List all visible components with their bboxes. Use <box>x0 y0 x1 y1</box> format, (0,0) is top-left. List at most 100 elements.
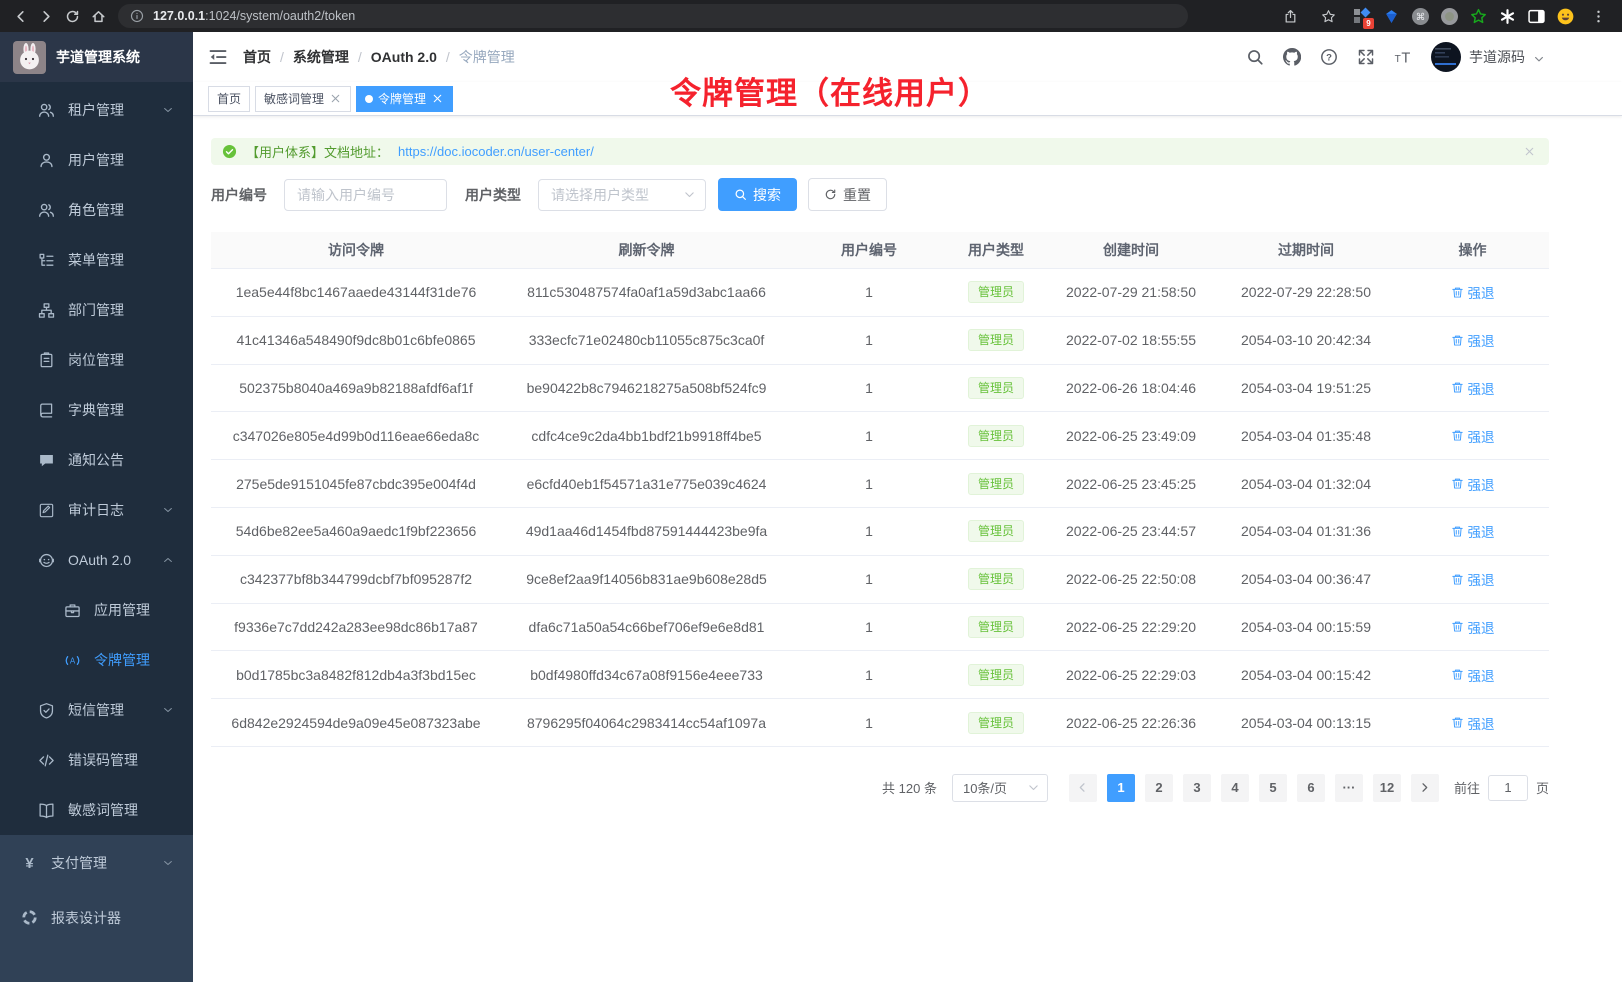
next-page-button[interactable] <box>1411 774 1439 802</box>
bookmark-star-button[interactable] <box>1316 4 1340 28</box>
extension-blocks-icon[interactable]: 9 <box>1354 8 1371 25</box>
alert-close-icon[interactable] <box>1523 145 1536 158</box>
page-button-5[interactable]: 5 <box>1259 774 1287 802</box>
sidebar-item-sms[interactable]: 短信管理 <box>0 685 193 735</box>
search-button[interactable]: 搜索 <box>718 178 797 211</box>
force-logout-button[interactable]: 强退 <box>1451 713 1495 733</box>
user-id-label: 用户编号 <box>211 185 267 205</box>
browser-home-button[interactable] <box>86 4 110 28</box>
sidebar-item-menu[interactable]: 菜单管理 <box>0 235 193 285</box>
cell-access-token: c347026e805e4d99b0d116eae66eda8c <box>211 428 501 444</box>
extension-star-icon[interactable] <box>1470 8 1487 25</box>
close-icon[interactable] <box>431 92 444 105</box>
profile-emoji-icon[interactable] <box>1557 8 1574 25</box>
force-logout-button[interactable]: 强退 <box>1451 330 1495 350</box>
users-icon <box>38 202 55 219</box>
token-icon: A <box>64 652 81 669</box>
breadcrumb-item[interactable]: 系统管理 <box>293 47 349 67</box>
browser-menu-button[interactable] <box>1586 4 1610 28</box>
sidebar-item-pay[interactable]: ¥支付管理 <box>0 835 193 890</box>
sidebar-item-oauth2-app[interactable]: 应用管理 <box>0 585 193 635</box>
browser-reload-button[interactable] <box>60 4 84 28</box>
page-button-6[interactable]: 6 <box>1297 774 1325 802</box>
font-size-icon[interactable]: TT <box>1394 48 1412 66</box>
close-icon[interactable] <box>329 92 342 105</box>
sidebar-item-report-designer[interactable]: 报表设计器 <box>0 890 193 945</box>
browser-back-button[interactable] <box>8 4 32 28</box>
breadcrumb-item[interactable]: 首页 <box>243 47 271 67</box>
sidebar-item-oauth2[interactable]: OAuth 2.0 <box>0 535 193 585</box>
cell-created-time: 2022-06-25 23:49:09 <box>1046 428 1216 444</box>
cell-access-token: 54d6be82ee5a460a9aedc1f9bf223656 <box>211 523 501 539</box>
sidebar-item-error-code[interactable]: 错误码管理 <box>0 735 193 785</box>
sidebar-item-dict[interactable]: 字典管理 <box>0 385 193 435</box>
doc-alert: 【用户体系】文档地址： https://doc.iocoder.cn/user-… <box>211 138 1549 165</box>
page-button-4[interactable]: 4 <box>1221 774 1249 802</box>
url-path: :1024/system/oauth2/token <box>205 9 355 23</box>
alert-link[interactable]: https://doc.iocoder.cn/user-center/ <box>398 144 594 159</box>
search-icon[interactable] <box>1246 48 1264 66</box>
goto-page-input[interactable] <box>1488 775 1528 801</box>
header-cell-5: 过期时间 <box>1216 240 1396 260</box>
sidebar-item-oauth2-token[interactable]: A令牌管理 <box>0 635 193 685</box>
sidebar-collapse-button[interactable] <box>208 47 228 67</box>
cell-action: 强退 <box>1396 330 1549 350</box>
help-icon[interactable]: ? <box>1320 48 1338 66</box>
sidebar-item-post[interactable]: 岗位管理 <box>0 335 193 385</box>
force-logout-button[interactable]: 强退 <box>1451 282 1495 302</box>
cell-refresh-token: 49d1aa46d1454fbd87591444423be9fa <box>501 523 792 539</box>
extension-record-icon[interactable] <box>1441 8 1458 25</box>
sidebar-item-role[interactable]: 角色管理 <box>0 185 193 235</box>
force-logout-button[interactable]: 强退 <box>1451 569 1495 589</box>
force-logout-button[interactable]: 强退 <box>1451 426 1495 446</box>
page-button-3[interactable]: 3 <box>1183 774 1211 802</box>
github-icon[interactable] <box>1283 48 1301 66</box>
user-type-select[interactable]: 请选择用户类型 <box>538 179 706 211</box>
share-button[interactable] <box>1278 4 1302 28</box>
extension-gem-icon[interactable] <box>1383 8 1400 25</box>
page-button-1[interactable]: 1 <box>1107 774 1135 802</box>
page-button-2[interactable]: 2 <box>1145 774 1173 802</box>
force-logout-button[interactable]: 强退 <box>1451 617 1495 637</box>
extension-command-icon[interactable]: ⌘ <box>1412 8 1429 25</box>
cell-created-time: 2022-06-25 22:29:03 <box>1046 667 1216 683</box>
page-button-12[interactable]: 12 <box>1373 774 1401 802</box>
site-info-icon[interactable] <box>130 9 144 23</box>
user-id-input[interactable] <box>284 179 447 211</box>
more-pages-button[interactable]: ··· <box>1335 774 1363 802</box>
address-bar[interactable]: 127.0.0.1:1024/system/oauth2/token <box>118 4 1188 28</box>
sidebar-item-user[interactable]: 用户管理 <box>0 135 193 185</box>
browser-forward-button[interactable] <box>34 4 58 28</box>
extension-sidepanel-icon[interactable] <box>1528 8 1545 25</box>
fullscreen-icon[interactable] <box>1357 48 1375 66</box>
sidebar-item-tenant[interactable]: 租户管理 <box>0 85 193 135</box>
chevron-up-icon <box>162 554 174 566</box>
force-logout-button[interactable]: 强退 <box>1451 665 1495 685</box>
table-row: b0d1785bc3a8482f812db4a3f3bd15ecb0df4980… <box>211 651 1549 699</box>
reset-button[interactable]: 重置 <box>808 178 887 211</box>
cell-access-token: c342377bf8b344799dcbf7bf095287f2 <box>211 571 501 587</box>
sidebar-item-audit-log[interactable]: 审计日志 <box>0 485 193 535</box>
sidebar-item-dept[interactable]: 部门管理 <box>0 285 193 335</box>
dict-icon <box>38 402 55 419</box>
tab-home[interactable]: 首页 <box>208 86 250 112</box>
sidebar-item-notice[interactable]: 通知公告 <box>0 435 193 485</box>
force-logout-button[interactable]: 强退 <box>1451 521 1495 541</box>
cell-user-id: 1 <box>792 332 946 348</box>
sidebar-item-sensitive-word[interactable]: 敏感词管理 <box>0 785 193 835</box>
user-menu[interactable]: 芋道源码 <box>1431 42 1545 72</box>
force-logout-button[interactable]: 强退 <box>1451 378 1495 398</box>
app-logo[interactable]: 芋道管理系统 <box>0 32 193 82</box>
table-row: 502375b8040a469a9b82188afdf6af1fbe90422b… <box>211 365 1549 413</box>
prev-page-button[interactable] <box>1069 774 1097 802</box>
cell-user-id: 1 <box>792 476 946 492</box>
user-type-tag: 管理员 <box>968 329 1024 351</box>
tab-token[interactable]: 令牌管理 <box>356 86 453 112</box>
tab-sensitive-word[interactable]: 敏感词管理 <box>255 86 351 112</box>
page-size-select[interactable]: 10条/页 <box>952 774 1048 802</box>
breadcrumb-item[interactable]: OAuth 2.0 <box>371 49 437 65</box>
cell-action: 强退 <box>1396 617 1549 637</box>
extension-flower-icon[interactable] <box>1499 8 1516 25</box>
force-logout-button[interactable]: 强退 <box>1451 474 1495 494</box>
cell-expire-time: 2054-03-04 01:31:36 <box>1216 523 1396 539</box>
